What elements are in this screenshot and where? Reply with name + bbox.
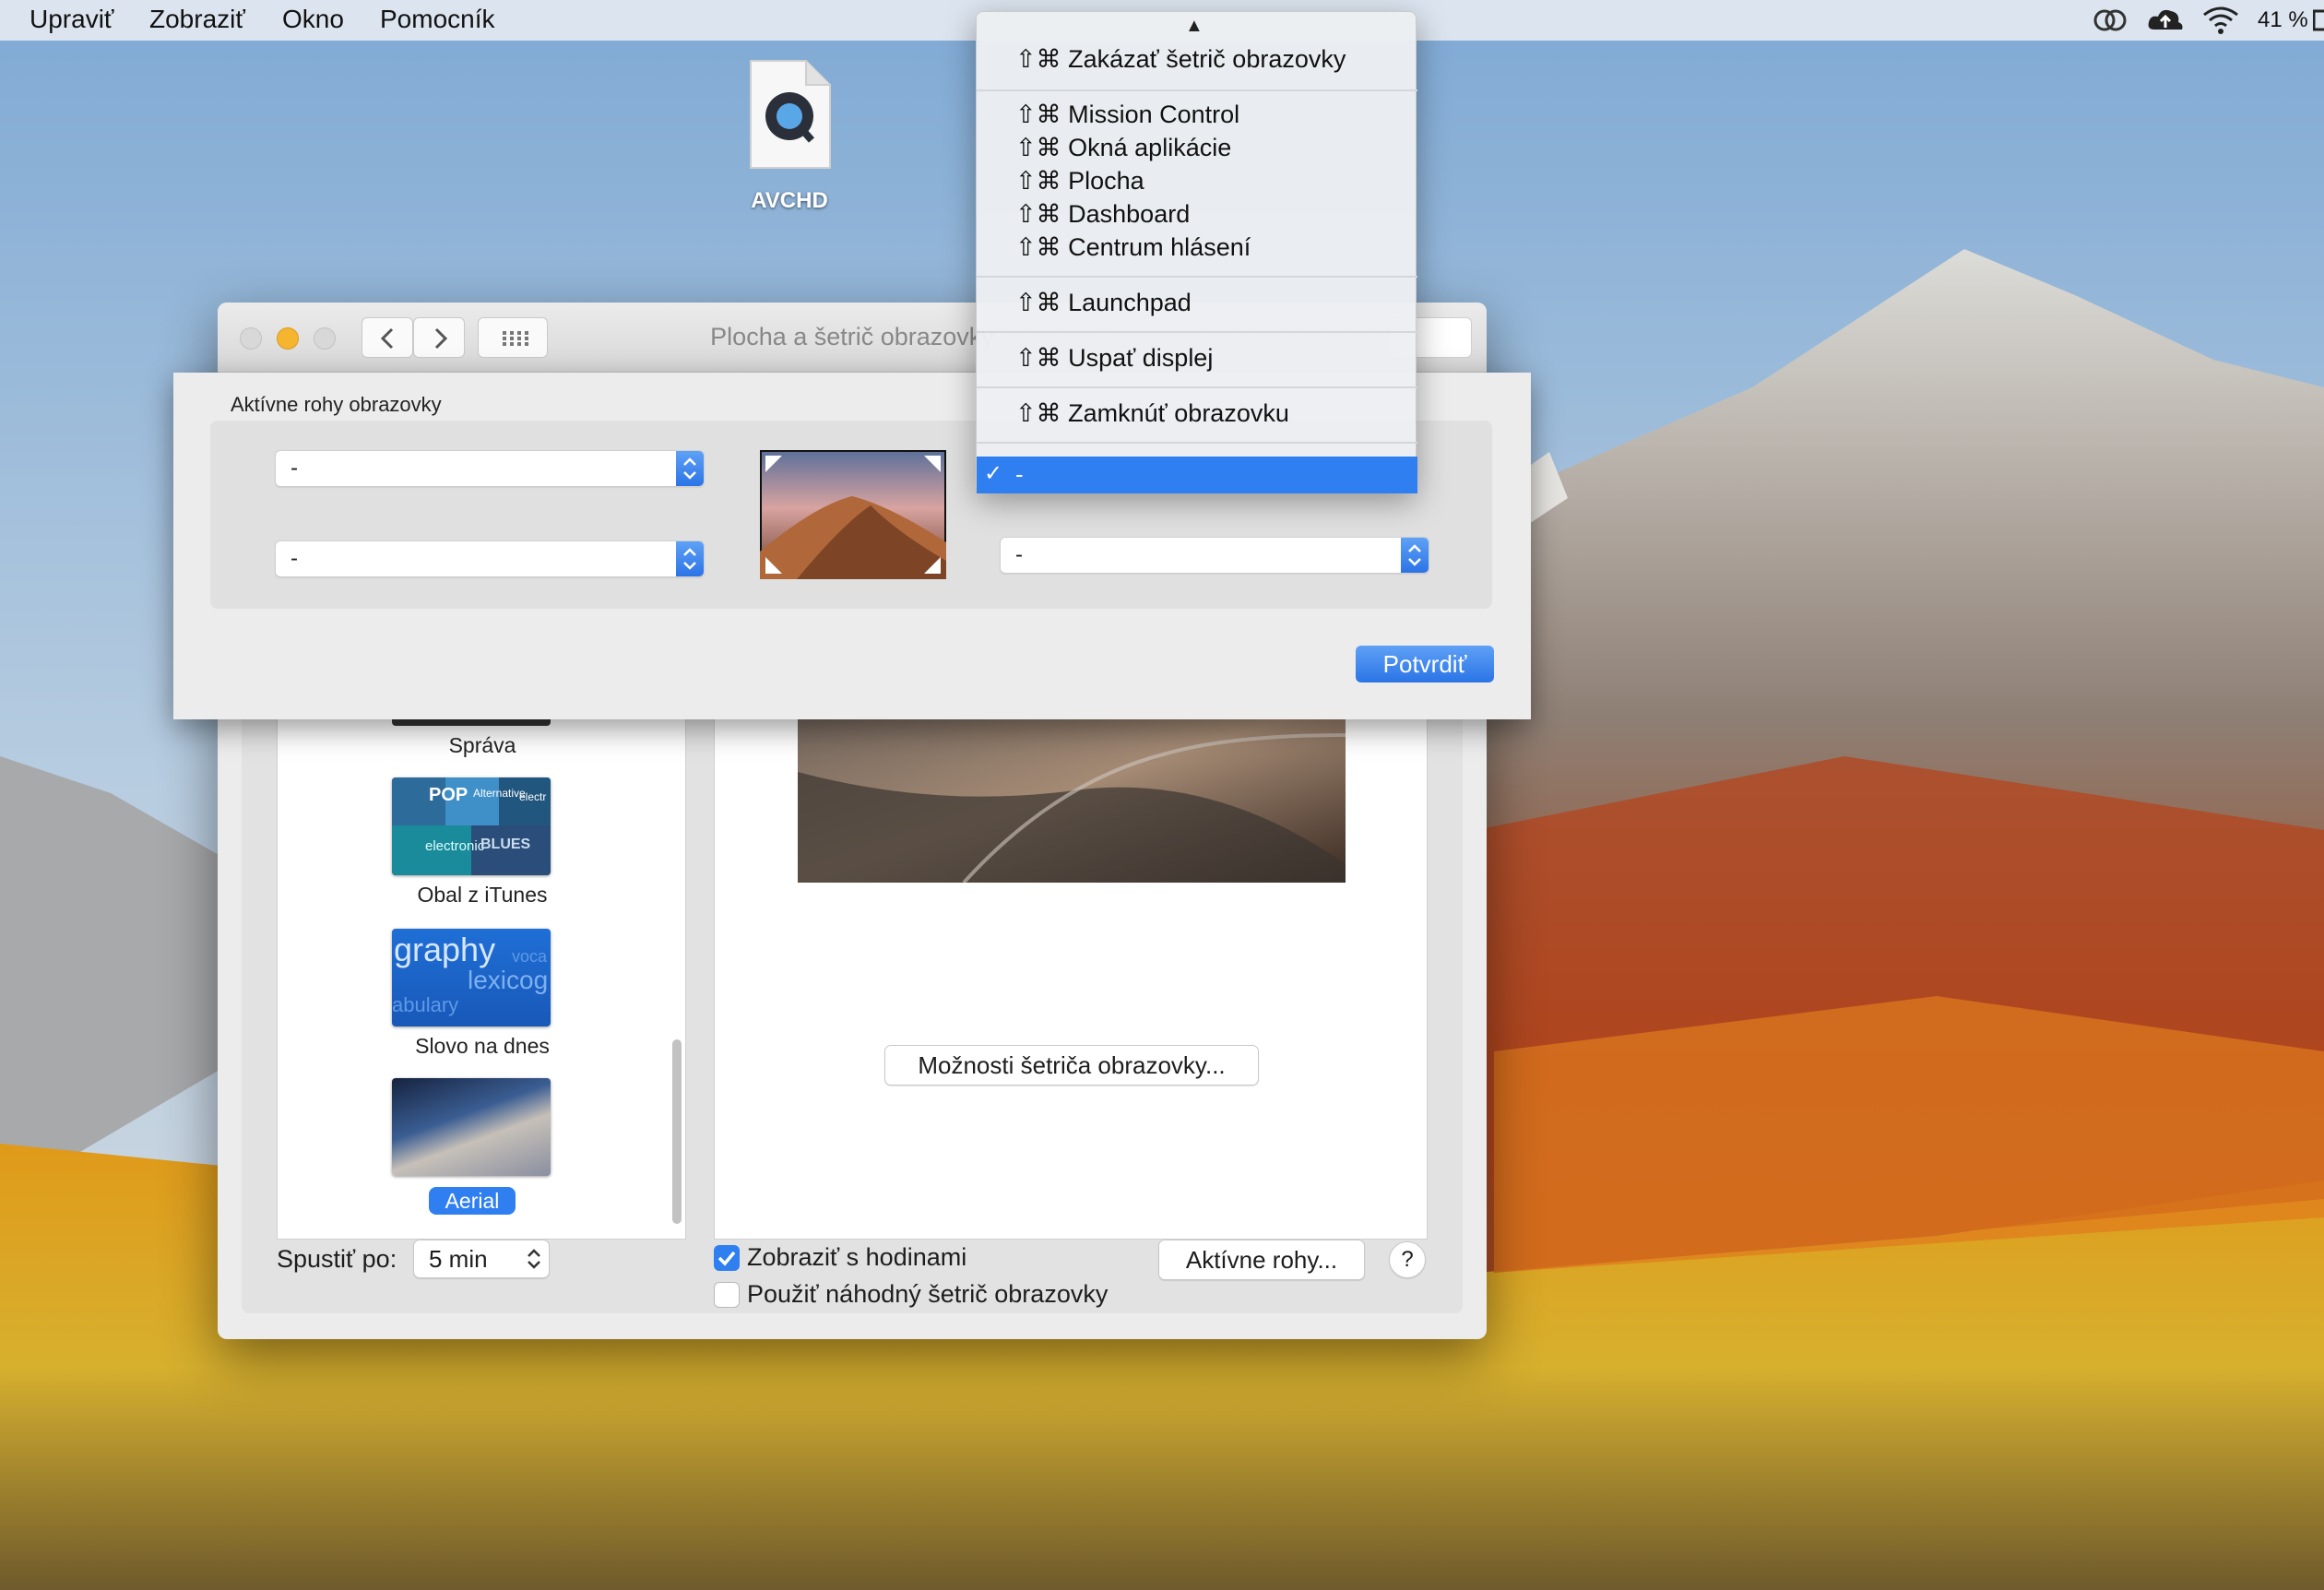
corner-bottom-right-select[interactable]: - (1000, 537, 1429, 574)
menu-item-none-selected[interactable]: ✓ - (977, 457, 1417, 493)
menu-separator (977, 276, 1417, 278)
saver-label-word[interactable]: Slovo na dnes (278, 1034, 687, 1059)
screen-preview-desert (760, 450, 946, 579)
battery-icon[interactable] (2313, 4, 2324, 37)
creative-cloud-icon[interactable] (2090, 4, 2130, 37)
menu-separator (977, 386, 1417, 388)
chevron-updown-icon (676, 541, 704, 576)
screensaver-options-button[interactable]: Možnosti šetriča obrazovky... (884, 1045, 1259, 1086)
menu-separator (977, 442, 1417, 444)
help-button[interactable]: ? (1389, 1241, 1426, 1278)
menu-item-launchpad[interactable]: ⇧⌘ Launchpad (1015, 289, 1192, 317)
saver-thumb-word[interactable]: graphy voca lexicog abulary (392, 929, 551, 1026)
scroll-up-arrow-icon[interactable]: ▲ (1185, 16, 1204, 37)
menu-pomocnik[interactable]: Pomocník (380, 5, 495, 34)
random-saver-label[interactable]: Použiť náhodný šetrič obrazovky (747, 1280, 1108, 1309)
menu-item-notification-center[interactable]: ⇧⌘ Centrum hlásení (1015, 233, 1251, 262)
aerial-preview-image (798, 698, 1346, 883)
menu-item-app-windows[interactable]: ⇧⌘ Okná aplikácie (1015, 134, 1231, 162)
menu-item-dashboard[interactable]: ⇧⌘ Dashboard (1015, 200, 1190, 229)
quicktime-file-icon[interactable] (747, 59, 832, 170)
corner-bottom-left-select[interactable]: - (275, 540, 705, 577)
list-scrollbar[interactable] (672, 1039, 682, 1224)
menu-okno[interactable]: Okno (282, 5, 344, 34)
menu-item-lock-screen[interactable]: ⇧⌘ Zamknúť obrazovku (1015, 399, 1289, 428)
menu-zobrazit[interactable]: Zobraziť (149, 5, 245, 34)
sheet-title: Aktívne rohy obrazovky (231, 393, 442, 416)
show-clock-label[interactable]: Zobraziť s hodinami (747, 1243, 966, 1272)
chevron-updown-icon (676, 451, 704, 486)
menu-separator (977, 89, 1417, 91)
menu-item-sleep-display[interactable]: ⇧⌘ Uspať displej (1015, 344, 1213, 373)
random-saver-checkbox[interactable] (714, 1282, 740, 1308)
start-after-select[interactable]: 5 min (413, 1240, 550, 1278)
menu-item-mission-control[interactable]: ⇧⌘ Mission Control (1015, 101, 1239, 129)
file-label: AVCHD (751, 188, 828, 213)
hot-corners-button[interactable]: Aktívne rohy... (1158, 1240, 1365, 1280)
checkmark-icon: ✓ (984, 461, 1003, 486)
start-after-label: Spustiť po: (277, 1245, 397, 1273)
chevron-updown-icon (1401, 538, 1429, 573)
menu-item-disable-screensaver[interactable]: ⇧⌘ Zakázať šetrič obrazovky (1015, 45, 1346, 74)
saver-label-sprava[interactable]: Správa (278, 733, 687, 758)
battery-percent[interactable]: 41 % (2258, 7, 2308, 33)
wifi-icon[interactable] (2200, 4, 2241, 37)
menu-item-desktop[interactable]: ⇧⌘ Plocha (1015, 167, 1144, 196)
corner-action-menu: ▲ ⇧⌘ Zakázať šetrič obrazovky ⇧⌘ Mission… (976, 11, 1417, 493)
screensaver-list: Správa POP Alternative electr electronic… (277, 697, 686, 1240)
saver-label-itunes[interactable]: Obal z iTunes (278, 883, 687, 908)
menu-separator (977, 331, 1417, 333)
menu-upravit[interactable]: Upraviť (30, 5, 113, 34)
confirm-button[interactable]: Potvrdiť (1356, 646, 1494, 682)
cloud-upload-icon[interactable] (2145, 4, 2186, 37)
stepper-icon (528, 1249, 540, 1269)
corner-top-left-select[interactable]: - (275, 450, 705, 487)
saver-thumb-aerial[interactable] (392, 1078, 551, 1176)
preview-pane: Možnosti šetriča obrazovky... (714, 697, 1428, 1240)
checkmark-icon (717, 1251, 736, 1266)
saver-thumb-itunes[interactable]: POP Alternative electr electronic BLUES (392, 777, 551, 875)
show-clock-checkbox[interactable] (714, 1245, 740, 1271)
saver-label-aerial[interactable]: Aerial (429, 1187, 516, 1215)
